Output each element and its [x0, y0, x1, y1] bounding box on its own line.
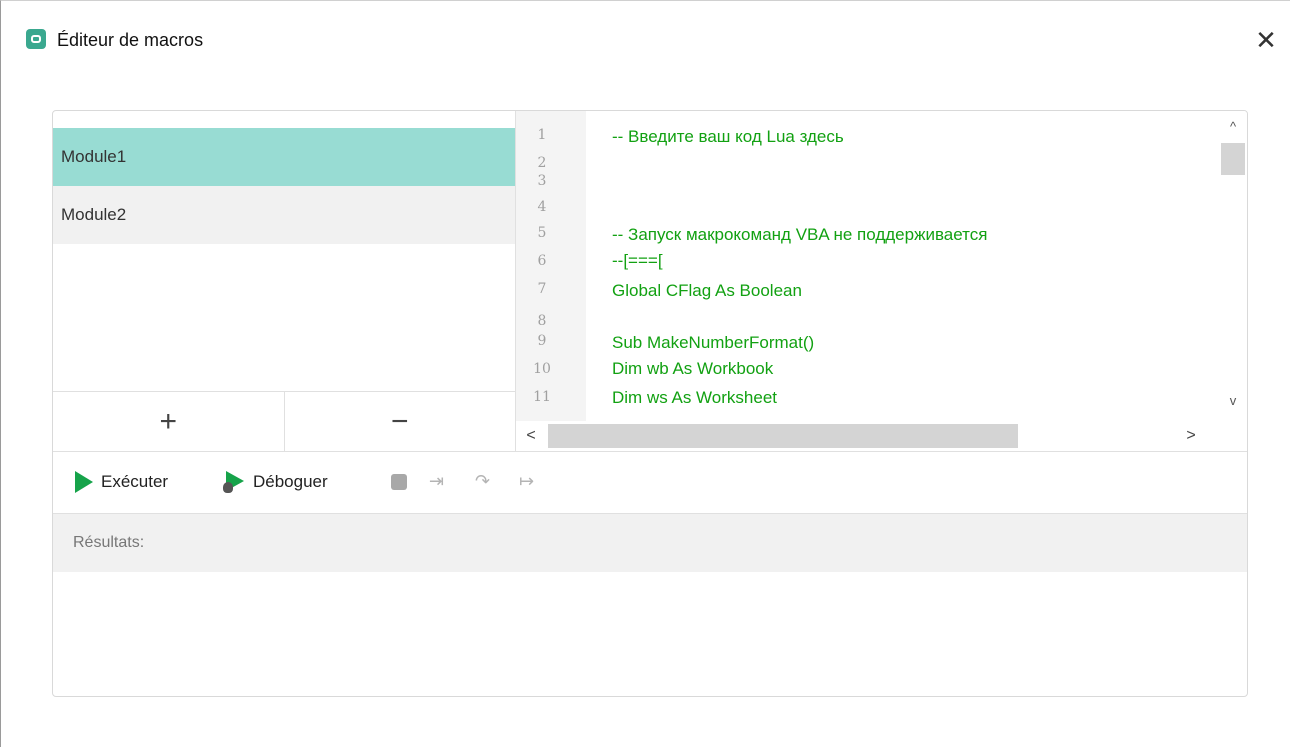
line-number: 1 [537, 127, 547, 143]
editor-panel: Module1 Module2 + − 1 -- Введите ваш код… [52, 110, 1248, 697]
macro-toolbar: Exécuter Déboguer ⇥ ↷ ↦ [53, 451, 1247, 512]
code-line[interactable]: Sub MakeNumberFormat() [612, 333, 814, 353]
line-number: 7 [537, 281, 547, 297]
line-number: 8 [537, 313, 547, 329]
code-line[interactable]: -- Запуск макрокоманд VBA не поддерживае… [612, 225, 987, 245]
line-number: 6 [537, 253, 547, 269]
module-buttons: + − [53, 391, 515, 451]
code-line[interactable]: Global CFlag As Boolean [612, 281, 802, 301]
vertical-scroll-thumb[interactable] [1221, 143, 1245, 175]
scroll-down-icon[interactable]: v [1218, 389, 1247, 411]
debug-label: Déboguer [253, 472, 328, 491]
line-number: 10 [533, 361, 551, 377]
horizontal-scroll-thumb[interactable] [548, 424, 1018, 448]
step-over-icon: ↷ [475, 471, 491, 492]
code-line[interactable]: --[===[ [612, 251, 663, 271]
window-title: Éditeur de macros [57, 30, 204, 50]
run-label: Exécuter [101, 472, 169, 491]
run-button[interactable]: Exécuter [75, 452, 168, 512]
code-line[interactable]: Dim ws As Worksheet [612, 388, 777, 408]
line-number: 2 [537, 155, 547, 171]
module-item-module2[interactable]: Module2 [53, 186, 515, 244]
step-over-button[interactable]: ↷ [475, 452, 490, 512]
results-label: Résultats: [53, 514, 1247, 572]
results-pane: Résultats: [53, 513, 1247, 696]
line-number: 3 [537, 173, 547, 189]
add-module-button[interactable]: + [53, 392, 284, 451]
vertical-scrollbar[interactable]: ^ v [1218, 111, 1247, 421]
stop-icon [391, 474, 407, 490]
app-icon [26, 29, 46, 49]
line-number: 9 [537, 333, 547, 349]
stop-button[interactable] [391, 452, 407, 512]
step-out-icon: ↦ [519, 471, 535, 492]
title-bar: Éditeur de macros ✕ [1, 1, 1290, 81]
code-editor[interactable]: 1 -- Введите ваш код Lua здесь 2 3 4 5 -… [515, 111, 1247, 451]
scroll-up-icon[interactable]: ^ [1218, 115, 1247, 137]
module-list: Module1 Module2 + − [53, 111, 515, 451]
macro-editor-window: Éditeur de macros ✕ Module1 Module2 + − … [0, 0, 1290, 747]
module-item-module1[interactable]: Module1 [53, 128, 515, 186]
line-number: 5 [537, 225, 547, 241]
line-number: 4 [537, 199, 547, 215]
remove-module-button[interactable]: − [283, 392, 516, 451]
close-button[interactable]: ✕ [1249, 23, 1283, 57]
horizontal-scrollbar[interactable]: < > [516, 421, 1218, 451]
debug-button[interactable]: Déboguer [223, 452, 328, 512]
scroll-left-icon[interactable]: < [516, 421, 546, 451]
step-out-button[interactable]: ↦ [519, 452, 534, 512]
step-into-button[interactable]: ⇥ [429, 452, 444, 512]
step-into-icon: ⇥ [429, 471, 445, 492]
code-line[interactable]: Dim wb As Workbook [612, 359, 773, 379]
play-icon [75, 471, 93, 493]
scroll-right-icon[interactable]: > [1176, 421, 1206, 451]
line-number: 11 [533, 389, 551, 405]
debug-icon [223, 471, 245, 493]
code-line[interactable]: -- Введите ваш код Lua здесь [612, 127, 844, 147]
